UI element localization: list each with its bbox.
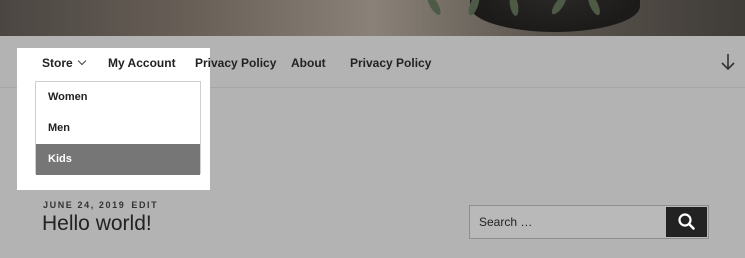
post-date[interactable]: JUNE 24, 2019 [43, 200, 125, 210]
search-input[interactable] [470, 206, 666, 238]
post-title[interactable]: Hello world! [42, 212, 152, 236]
header-image [0, 0, 745, 36]
submenu-item-label: Men [48, 122, 70, 134]
nav-item-label: Store [42, 56, 73, 70]
search-icon [666, 213, 707, 240]
nav-item-label: My Account [108, 56, 176, 70]
nav-item-label: Privacy Policy [195, 56, 277, 70]
edit-link[interactable]: EDIT [131, 200, 158, 210]
post-meta: JUNE 24, 2019 EDIT [43, 200, 158, 210]
search-form [469, 205, 709, 239]
submenu-item-men[interactable]: Men [36, 113, 200, 144]
arrow-down-icon[interactable] [720, 53, 736, 71]
plant-leaf [425, 0, 443, 17]
nav-item-about[interactable]: About [291, 56, 326, 70]
nav-item-privacy-policy-2[interactable]: Privacy Policy [350, 56, 431, 70]
submenu-item-label: Women [48, 91, 88, 103]
nav-item-label: Privacy Policy [350, 56, 432, 70]
nav-item-label: About [291, 56, 326, 70]
store-submenu: Women Men Kids [35, 81, 201, 175]
nav-item-my-account[interactable]: My Account [108, 56, 176, 70]
submenu-item-label: Kids [48, 153, 72, 165]
search-button[interactable] [666, 207, 707, 237]
submenu-item-kids[interactable]: Kids [36, 144, 200, 175]
nav-item-store[interactable]: Store [42, 56, 86, 70]
nav-item-privacy-policy[interactable]: Privacy Policy [195, 56, 276, 70]
submenu-item-women[interactable]: Women [36, 82, 200, 113]
chevron-down-icon [77, 56, 86, 66]
